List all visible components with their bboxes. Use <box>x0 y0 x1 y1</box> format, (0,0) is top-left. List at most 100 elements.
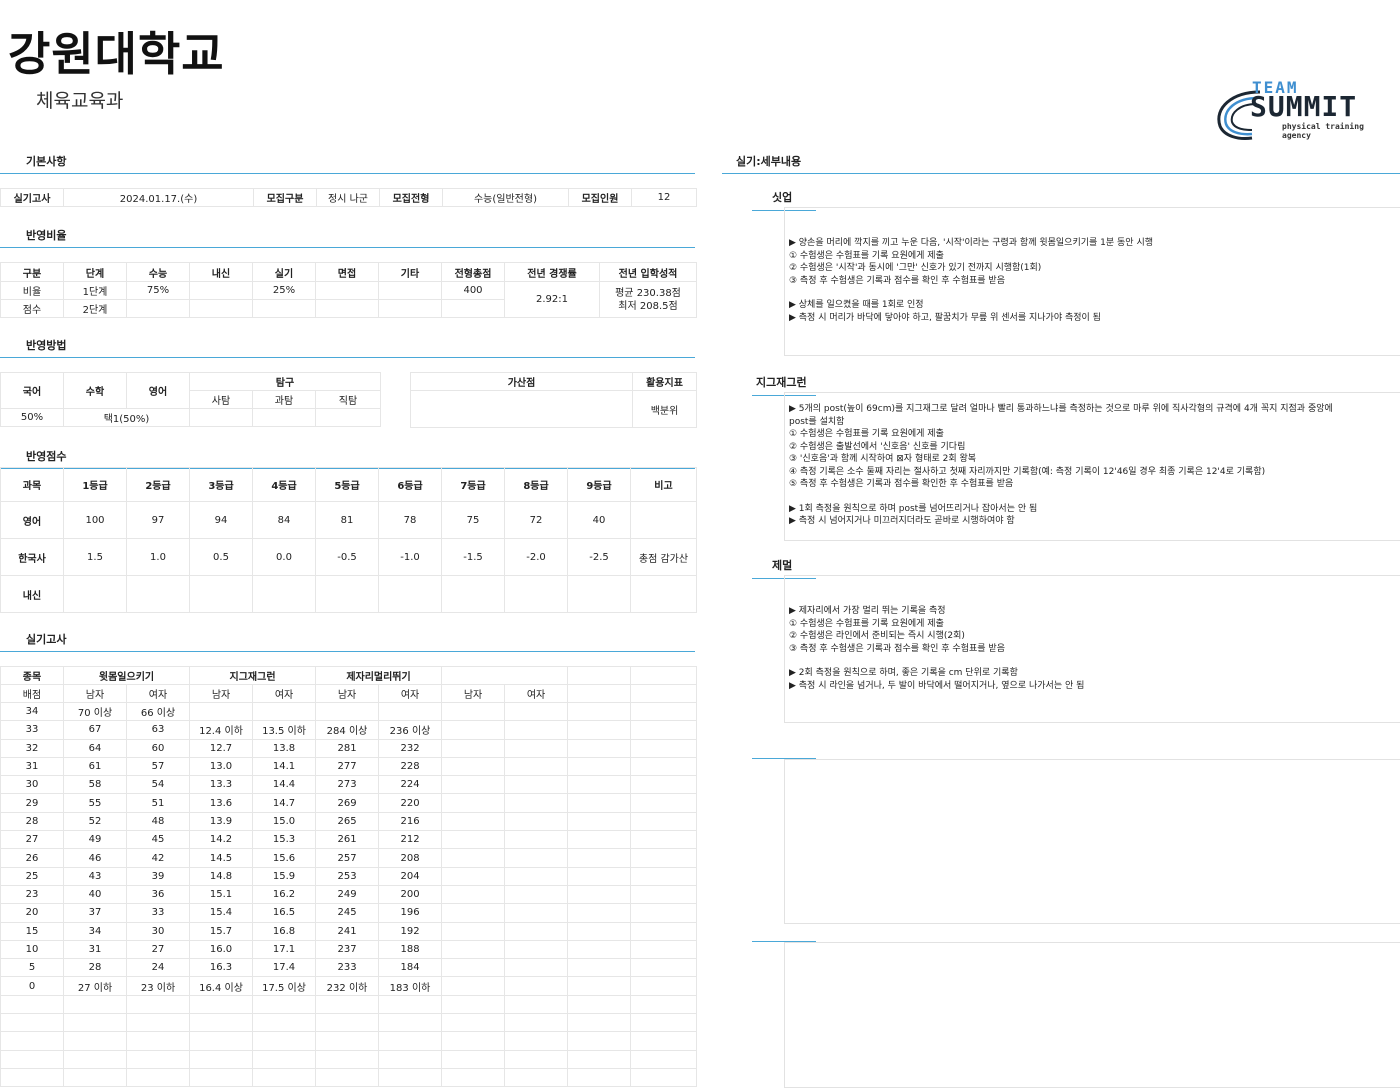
exam-cell: 45 <box>125 830 191 850</box>
exam-cell <box>504 958 569 978</box>
score-header: 5등급 <box>315 467 379 502</box>
detail-line: ⑤ 측정 후 수험생은 기록과 점수를 확인한 후 수험표를 받음 <box>789 479 1014 489</box>
zigzag-tab: 지그재그런 <box>752 374 816 396</box>
ratio-cell <box>315 281 379 300</box>
detail-line: ▶ 1회 측정을 원칙으로 하며 post를 넘어뜨리거나 잡아서는 안 됨 <box>789 503 1038 514</box>
exam-cell: 16.0 <box>189 939 254 960</box>
basic-info-table: 실기고사 2024.01.17.(수) 모집구분 정시 나군 모집전형 수능(일… <box>0 188 697 207</box>
detail-line: ② 수험생은 '시작'과 동시에 '그만' 신호가 있기 전까지 시행함(1회) <box>789 263 1042 273</box>
detail-line: ▶ 제자리에서 가장 멀리 뛰는 기록을 측정 <box>789 606 946 616</box>
method-inquiry-sub: 사탐 <box>189 390 253 409</box>
ratio-cell <box>252 299 316 318</box>
ratio-header: 면접 <box>315 262 379 282</box>
exam-cell: 0 <box>0 976 64 996</box>
exam-cell: 15 <box>0 921 64 941</box>
section-method: 반영방법 <box>0 337 695 358</box>
exam-cell: 48 <box>125 811 191 832</box>
exam-cell: 196 <box>378 903 443 923</box>
ratio-header: 단계 <box>63 262 127 282</box>
exam-cell <box>504 848 569 868</box>
exam-cell: 15.3 <box>252 830 317 850</box>
exam-cell: 216 <box>378 811 443 832</box>
method-inquiry: 탐구 <box>188 372 382 391</box>
exam-cell: 46 <box>63 848 127 868</box>
table-row <box>0 1067 698 1088</box>
detail-line: ① 수험생은 수험표를 기록 요원에게 제출 <box>789 250 944 261</box>
exam-cell: 39 <box>125 866 191 886</box>
score-cell: 40 <box>567 501 631 539</box>
exam-cell <box>441 738 506 758</box>
score-table: 과목 1등급 2등급 3등급 4등급 5등급 6등급 7등급 8등급 9등급 비고 영어 100 97 9… <box>0 467 697 613</box>
situp-detail-box: ▶ 양손을 머리에 깍지를 끼고 누운 다음, '시작'이라는 구령과 함께 윗… <box>784 207 1400 356</box>
score-header: 비고 <box>630 467 697 502</box>
exam-cell: 253 <box>315 866 380 886</box>
table-row: 28 52 48 13.9 15.0 265 216 <box>0 811 698 832</box>
exam-subheader: 여자 <box>378 684 443 703</box>
score-cell <box>441 575 505 613</box>
score-cell: -0.5 <box>315 538 379 576</box>
exam-cell <box>252 701 317 722</box>
exam-cell <box>441 830 506 850</box>
exam-cell: 23 <box>0 884 64 905</box>
table-row: 한국사 1.5 1.0 0.5 0.0 -0.5 -1.0 -1.5 -2.0 -2.5 총점 감가… <box>0 538 697 576</box>
exam-cell: 70 이상 <box>63 701 127 722</box>
ratio-cell: 1단계 <box>63 281 127 300</box>
exam-cell: 233 <box>315 958 380 978</box>
exam-cell <box>441 976 506 996</box>
exam-cell <box>504 811 569 832</box>
ratio-cell: 400 <box>441 281 505 300</box>
exam-cell: 249 <box>315 884 380 905</box>
department-name: 체육교육과 <box>36 90 124 112</box>
exam-cell: 27 이하 <box>63 976 127 996</box>
ratio-header: 수능 <box>126 262 190 282</box>
exam-subheader: 남자 <box>315 684 380 703</box>
exam-cell: 20 <box>0 903 64 923</box>
exam-cell: 13.6 <box>189 793 254 813</box>
table-row: 20 37 33 15.4 16.5 245 196 <box>0 903 698 923</box>
exam-header-situp: 윗몸일으키기 <box>62 666 191 685</box>
score-header: 2등급 <box>126 467 190 502</box>
jump-tab: 제멀 <box>752 557 816 579</box>
exam-cell: 33 <box>125 903 191 923</box>
exam-cell: 25 <box>0 866 64 886</box>
method-math: 수학 <box>63 372 127 409</box>
detail-line: post를 설치함 <box>789 416 845 427</box>
table-row: 27 49 45 14.2 15.3 261 212 <box>0 830 698 850</box>
exam-cell: 30 <box>125 921 191 941</box>
score-cell: 84 <box>252 501 316 539</box>
exam-cell: 24 <box>125 958 191 978</box>
ratio-table: 구분 단계 수능 내신 실기 면접 기타 전형총점 전년 경쟁률 전년 입학성적… <box>0 262 697 318</box>
exam-table: 종목 윗몸일으키기 지그재그런 제자리멀리뛰기 배점 남자 여자 남자 여자 남자 여자 남자… <box>0 666 698 1088</box>
score-cell <box>63 575 127 613</box>
exam-cell <box>504 701 569 722</box>
exam-cell: 12.4 이하 <box>189 720 254 740</box>
exam-cell: 232 이하 <box>315 976 380 996</box>
exam-cell: 13.3 <box>189 775 254 795</box>
exam-cell: 14.8 <box>189 866 254 886</box>
score-cell: 영어 <box>0 501 64 539</box>
page-title: 강원대학교 <box>8 27 225 81</box>
exam-cell: 236 이상 <box>378 720 443 740</box>
exam-cell: 17.1 <box>252 939 317 960</box>
table-row: 30 58 54 13.3 14.4 273 224 <box>0 775 698 795</box>
index-value: 백분위 <box>632 390 697 428</box>
exam-cell <box>441 811 506 832</box>
score-header: 4등급 <box>252 467 316 502</box>
exam-cell: 14.1 <box>252 756 317 777</box>
detail-line: ① 수험생은 수험표를 기록 요원에게 제출 <box>789 429 944 439</box>
section-exam: 실기고사 <box>0 631 695 652</box>
exam-cell: 13.9 <box>189 811 254 832</box>
detail-line: ▶ 5개의 post(높이 69cm)를 지그재그로 달려 얼마나 빨리 통과하… <box>789 404 1333 414</box>
exam-cell: 31 <box>0 756 64 777</box>
exam-cell: 281 <box>315 738 380 758</box>
score-cell: -2.5 <box>567 538 631 576</box>
exam-cell: 232 <box>378 738 443 758</box>
exam-cell <box>504 720 569 740</box>
prev-competition: 2.92:1 <box>504 281 600 318</box>
score-cell <box>126 575 190 613</box>
detail-line: ① 수험생은 수험표를 기록 요원에게 제출 <box>789 618 944 629</box>
exam-cell: 12.7 <box>189 738 254 758</box>
exam-cell <box>504 738 569 758</box>
table-row: 23 40 36 15.1 16.2 249 200 <box>0 884 698 905</box>
exam-cell: 15.1 <box>189 884 254 905</box>
